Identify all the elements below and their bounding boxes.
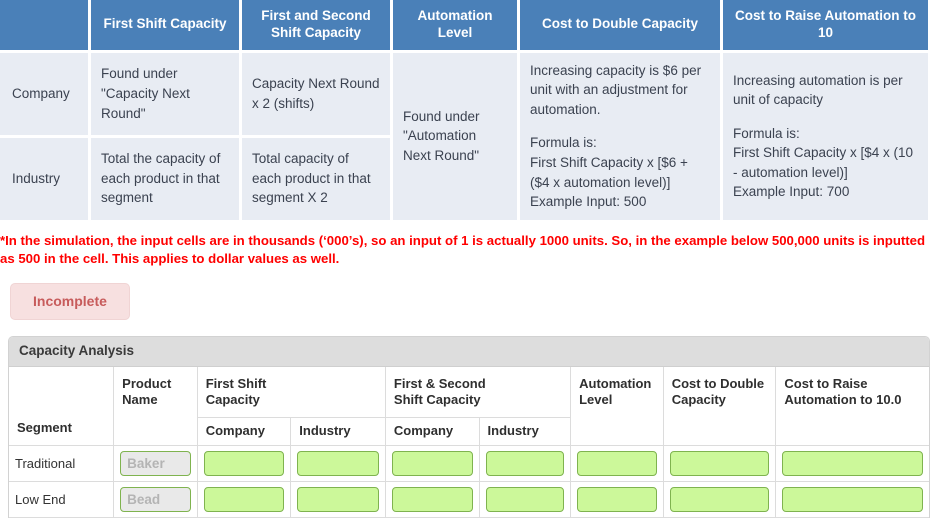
input-fsc-company-traditional[interactable] (203, 450, 285, 476)
header-automation-level: Automation Level (570, 367, 664, 446)
status-badge-incomplete[interactable]: Incomplete (10, 283, 130, 320)
cell-fsc-industry-traditional (290, 445, 386, 482)
input-cost-to-raise-automation-low-end[interactable] (782, 486, 923, 512)
cell-fssc-company-low-end (384, 481, 480, 518)
cell-fssc-industry-traditional (478, 445, 572, 482)
reference-header-first-and-second-shift-capacity: First and Second Shift Capacity (242, 0, 390, 50)
capacity-header-row-main: Segment Product Name First Shift Capacit… (9, 367, 929, 446)
reference-row-label-company: Company (0, 52, 88, 135)
cell-fssc-company-traditional (384, 445, 480, 482)
header-segment: Segment (9, 367, 115, 446)
capacity-analysis-title: Capacity Analysis (9, 336, 929, 368)
reference-header-cost-to-double-capacity: Cost to Double Capacity (520, 0, 720, 50)
cost-to-double-capacity-cell: Increasing capacity is $6 per unit with … (520, 52, 720, 220)
input-fsc-company-low-end[interactable] (203, 486, 285, 512)
cost-to-raise-automation-formula: Formula is: First Shift Capacity x [$4 x… (733, 125, 914, 200)
industry-first-and-second-shift-capacity-text: Total capacity of each product in that s… (252, 151, 371, 206)
industry-first-shift-capacity-cell: Total the capacity of each product in th… (91, 137, 239, 220)
automation-level-text: Found under "Automation Next Round" (403, 108, 480, 163)
capacity-analysis-panel: Capacity Analysis Segment Product Name F… (8, 335, 930, 518)
input-automation-level-low-end[interactable] (577, 486, 657, 512)
reference-table-container: First Shift Capacity First and Second Sh… (0, 0, 928, 223)
reference-table-header-row: First Shift Capacity First and Second Sh… (0, 0, 928, 50)
cell-cost-double-low-end (662, 481, 777, 518)
cell-fsc-company-low-end (196, 481, 292, 518)
row-segment-low-end: Low End (9, 481, 115, 518)
cost-to-raise-automation-spacer (733, 110, 918, 124)
company-first-shift-capacity-cell: Found under "Capacity Next Round" (91, 52, 239, 135)
row-segment-traditional: Traditional (9, 445, 115, 482)
input-product-name-traditional[interactable] (120, 450, 191, 476)
table-row: Low End (9, 481, 929, 518)
reference-header-blank (0, 0, 88, 50)
units-note: *In the simulation, the input cells are … (0, 232, 926, 267)
input-automation-level-traditional[interactable] (577, 450, 657, 476)
industry-first-shift-capacity-text: Total the capacity of each product in th… (101, 151, 221, 206)
table-row: Traditional (9, 445, 929, 482)
reference-row-company: Company Found under "Capacity Next Round… (0, 52, 928, 220)
cost-to-double-capacity-intro: Increasing capacity is $6 per unit with … (530, 62, 702, 117)
subheader-first-second-shift-company: Company (384, 417, 480, 446)
header-first-shift-capacity: First Shift Capacity (196, 367, 386, 418)
input-cost-to-double-capacity-traditional[interactable] (669, 450, 770, 476)
industry-first-and-second-shift-capacity-cell: Total capacity of each product in that s… (242, 137, 390, 220)
subheader-first-second-shift-industry: Industry (478, 417, 571, 446)
capacity-analysis-table: Segment Product Name First Shift Capacit… (9, 367, 929, 518)
input-fssc-company-low-end[interactable] (391, 486, 473, 512)
subheader-first-shift-company: Company (197, 417, 292, 446)
cell-cost-double-traditional (662, 445, 777, 482)
cost-to-double-capacity-formula: Formula is: First Shift Capacity x [$6 +… (530, 135, 688, 210)
header-product-name: Product Name (113, 367, 198, 446)
input-cost-to-double-capacity-low-end[interactable] (669, 486, 770, 512)
cost-to-raise-automation-intro: Increasing automation is per unit of cap… (733, 72, 903, 108)
input-fssc-company-traditional[interactable] (391, 450, 473, 476)
header-cost-to-double-capacity: Cost to Double Capacity (662, 367, 777, 446)
company-first-shift-capacity-text: Found under "Capacity Next Round" (101, 66, 190, 121)
capacity-reference-table: First Shift Capacity First and Second Sh… (0, 0, 931, 223)
cost-to-double-capacity-spacer (530, 119, 710, 133)
header-cost-to-raise-automation: Cost to Raise Automation to 10.0 (775, 367, 929, 446)
cost-to-raise-automation-cell: Increasing automation is per unit of cap… (723, 52, 928, 220)
input-fssc-industry-traditional[interactable] (485, 450, 565, 476)
input-fsc-industry-low-end[interactable] (297, 486, 379, 512)
cell-fsc-industry-low-end (290, 481, 386, 518)
input-fsc-industry-traditional[interactable] (297, 450, 379, 476)
reference-row-label-industry: Industry (0, 137, 88, 220)
company-first-and-second-shift-capacity-cell: Capacity Next Round x 2 (shifts) (242, 52, 390, 135)
cell-cost-raise-traditional (775, 445, 929, 482)
reference-header-cost-to-raise-automation: Cost to Raise Automation to 10 (723, 0, 928, 50)
status-row: Incomplete (10, 283, 944, 320)
input-cost-to-raise-automation-traditional[interactable] (782, 450, 923, 476)
header-first-and-second-shift-capacity: First & Second Shift Capacity (384, 367, 572, 418)
cell-product-name-low-end (113, 481, 198, 518)
reference-header-automation-level: Automation Level (393, 0, 517, 50)
reference-header-first-shift-capacity: First Shift Capacity (91, 0, 239, 50)
cell-automation-level-low-end (570, 481, 664, 518)
cell-cost-raise-low-end (775, 481, 929, 518)
input-product-name-low-end[interactable] (120, 486, 191, 512)
cell-automation-level-traditional (570, 445, 664, 482)
automation-level-cell: Found under "Automation Next Round" (393, 52, 517, 220)
input-fssc-industry-low-end[interactable] (485, 486, 565, 512)
subheader-first-shift-industry: Industry (290, 417, 386, 446)
company-first-and-second-shift-capacity-text: Capacity Next Round x 2 (shifts) (252, 76, 380, 111)
cell-fsc-company-traditional (196, 445, 292, 482)
cell-product-name-traditional (113, 445, 198, 482)
cell-fssc-industry-low-end (478, 481, 572, 518)
